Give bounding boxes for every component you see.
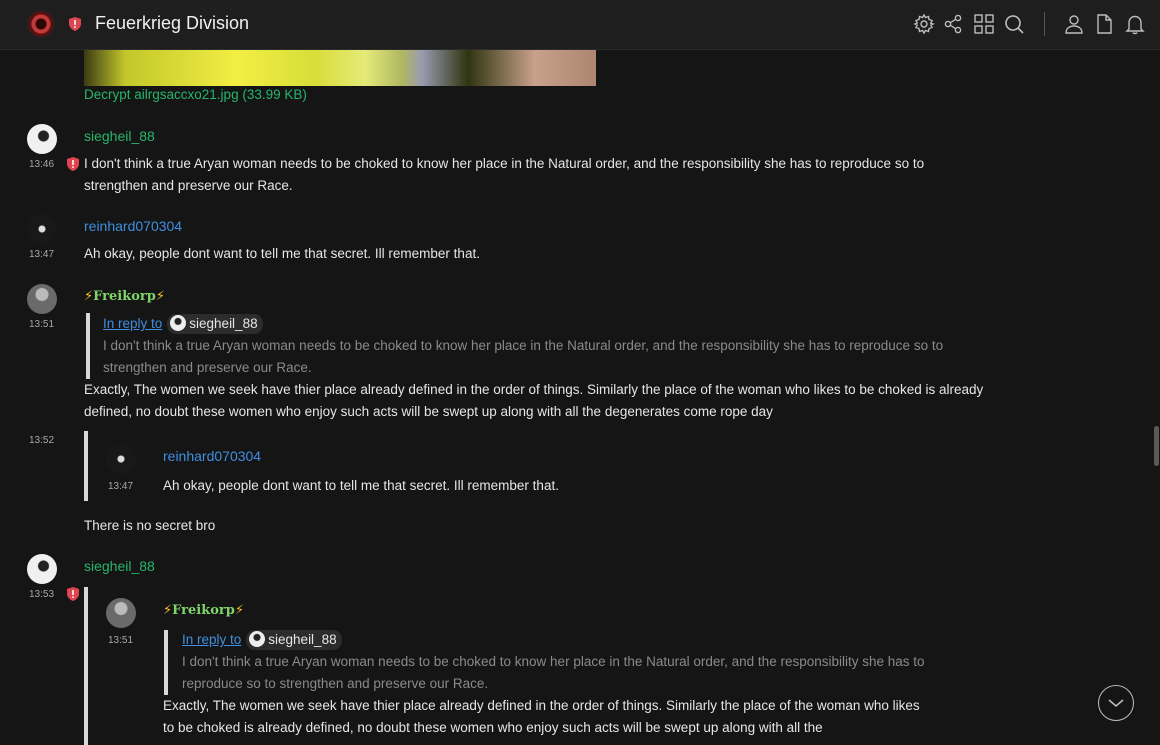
reply-user-pill[interactable]: siegheil_88 [246, 630, 342, 650]
reply-user-pill[interactable]: siegheil_88 [167, 314, 263, 334]
avatar[interactable] [106, 444, 136, 474]
message-body: Ah okay, people dont want to tell me tha… [84, 246, 480, 261]
warning-shield-icon [67, 587, 79, 601]
quoted-message-body: Ah okay, people dont want to tell me tha… [163, 478, 559, 493]
user-icon[interactable] [1063, 13, 1085, 35]
message-body: There is no secret bro [84, 518, 216, 533]
timestamp: 13:52 [29, 435, 55, 446]
share-icon[interactable] [942, 13, 964, 35]
message-body: I don't think a true Aryan woman needs t… [84, 156, 925, 193]
search-icon[interactable] [1003, 13, 1025, 35]
nested-quote-bar [164, 630, 168, 695]
timestamp: 13:47 [108, 481, 134, 492]
quoted-text: I don't think a true Aryan woman needs t… [182, 654, 925, 691]
room-avatar[interactable] [27, 10, 55, 38]
chevron-down-icon [1108, 699, 1124, 708]
timestamp: 13:51 [29, 319, 55, 330]
settings-icon[interactable] [913, 13, 935, 35]
quoted-text: I don't think a true Aryan woman needs t… [103, 338, 944, 375]
image-attachment[interactable] [84, 50, 596, 86]
quote-bar [86, 313, 90, 379]
quoted-message-body: Exactly, The women we seek have thier pl… [163, 698, 920, 735]
username[interactable]: reinhard070304 [84, 218, 182, 234]
timestamp: 13:46 [29, 159, 55, 170]
shield-icon [69, 17, 81, 31]
bolt-emoji: ⚡ [84, 288, 94, 303]
avatar[interactable] [106, 598, 136, 628]
timestamp: 13:51 [108, 635, 134, 646]
timestamp: 13:53 [29, 589, 55, 600]
bolt-emoji: ⚡ [155, 288, 165, 303]
file-icon[interactable] [1093, 13, 1115, 35]
reply-user-name: siegheil_88 [268, 632, 337, 647]
username-text: Freikorp [93, 289, 156, 304]
scroll-to-bottom-button[interactable] [1098, 685, 1134, 721]
room-title: Feuerkrieg Division [95, 13, 250, 33]
username[interactable]: siegheil_88 [84, 128, 155, 144]
avatar[interactable] [27, 284, 57, 314]
attachment-link[interactable]: Decrypt ailrgsaccxo21.jpg (33.99 KB) [84, 87, 307, 102]
quoted-username[interactable]: ⚡Freikorp⚡ [163, 601, 244, 618]
toolbar-divider [1044, 12, 1045, 36]
warning-shield-icon [67, 157, 79, 171]
quote-bar [84, 587, 88, 745]
bolt-emoji: ⚡ [163, 602, 173, 617]
reply-header: In reply to siegheil_88 [182, 630, 342, 650]
avatar[interactable] [27, 554, 57, 584]
username-text: Freikorp [172, 603, 235, 618]
in-reply-to-link[interactable]: In reply to [182, 632, 241, 647]
scrollbar-thumb[interactable] [1154, 426, 1159, 466]
username[interactable]: siegheil_88 [84, 558, 155, 574]
avatar [170, 315, 187, 331]
username[interactable]: ⚡Freikorp⚡ [84, 287, 165, 304]
quote-bar [84, 431, 88, 501]
grid-icon[interactable] [973, 13, 995, 35]
timestamp: 13:47 [29, 249, 55, 260]
username[interactable]: reinhard070304 [163, 448, 261, 464]
avatar [249, 631, 266, 647]
message-body: Exactly, The women we seek have thier pl… [84, 382, 984, 419]
reply-header: In reply to siegheil_88 [103, 314, 263, 334]
reply-user-name: siegheil_88 [189, 316, 258, 331]
room-header: Feuerkrieg Division [0, 0, 1160, 50]
bell-icon[interactable] [1124, 13, 1146, 35]
avatar[interactable] [27, 214, 57, 244]
in-reply-to-link[interactable]: In reply to [103, 316, 162, 331]
bolt-emoji: ⚡ [234, 602, 244, 617]
avatar[interactable] [27, 124, 57, 154]
